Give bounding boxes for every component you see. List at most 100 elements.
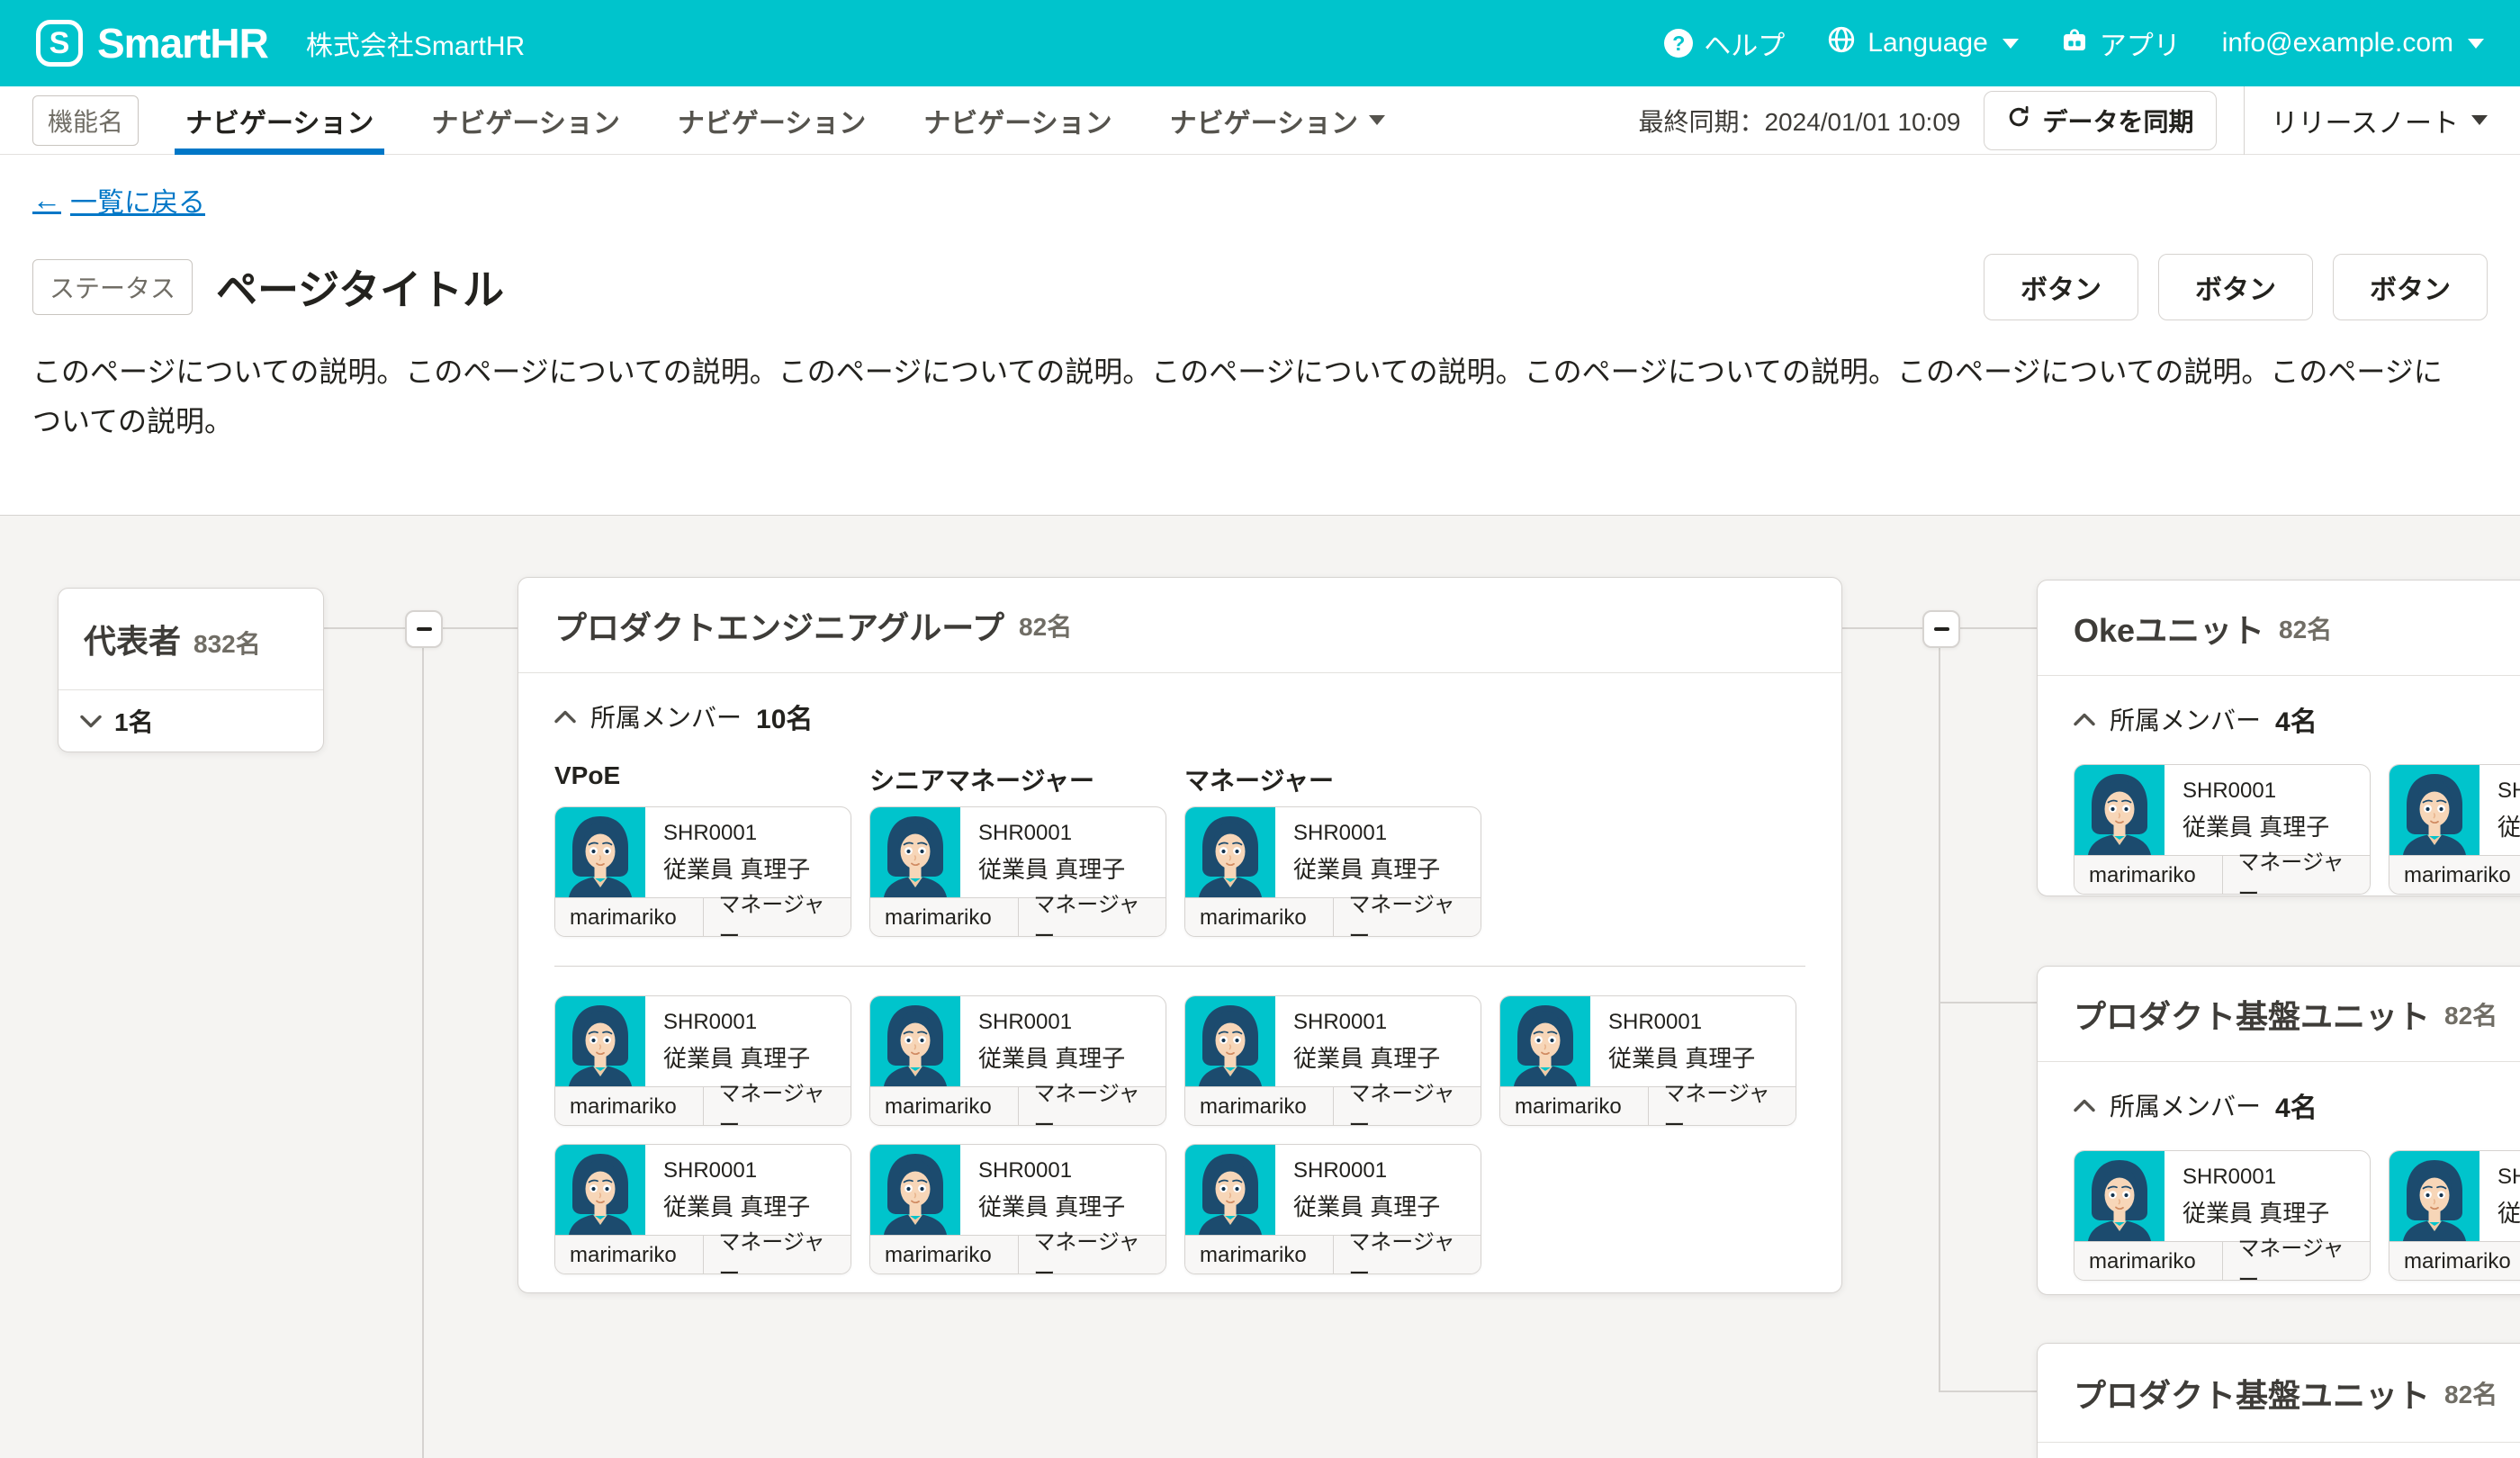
employee-username: marimariko: [2074, 856, 2223, 895]
employee-card[interactable]: SHR0001 従業員 真理子 marimariko マネージャー: [2074, 764, 2371, 895]
chevron-up-icon: [554, 710, 576, 724]
nav-tab-3[interactable]: ナビゲーション: [667, 86, 877, 155]
connector-line: [1939, 1002, 2037, 1004]
role-heading: シニアマネージャー: [869, 761, 1166, 792]
employee-avatar: [870, 807, 960, 897]
employee-role: マネージャー: [1649, 1087, 1796, 1126]
account-menu[interactable]: info@example.com: [2222, 28, 2484, 58]
employee-card[interactable]: SHR0001 従業員 真理子 marimariko マネージャー: [2389, 764, 2520, 895]
apps-menu[interactable]: アプリ: [2060, 23, 2181, 63]
language-label: Language: [1868, 28, 1987, 58]
employee-name: 従業員 真理子: [1608, 1040, 1755, 1074]
employee-card[interactable]: SHR0001 従業員 真理子 marimariko マネージャー: [1184, 806, 1481, 937]
nav-tab-4[interactable]: ナビゲーション: [913, 86, 1122, 155]
employee-role: マネージャー: [1334, 1087, 1480, 1126]
employee-avatar: [2074, 1151, 2164, 1241]
collapse-button[interactable]: [405, 610, 443, 648]
nav-tab-5[interactable]: ナビゲーション: [1159, 86, 1396, 155]
members-toggle[interactable]: 所属メンバー 4名: [2074, 699, 2520, 739]
avatar-illustration: [2390, 1151, 2480, 1241]
employee-username: marimariko: [2074, 1242, 2223, 1281]
connector-line: [324, 627, 405, 629]
employee-id: SHR0001: [2182, 778, 2329, 804]
employee-card[interactable]: SHR0001 従業員 真理子 marimariko マネージャー: [554, 1144, 851, 1274]
employee-id: SHR0001: [1608, 1010, 1755, 1035]
employee-username: marimariko: [1185, 1236, 1334, 1274]
employee-card[interactable]: SHR0001 従業員 真理子 marimariko マネージャー: [2074, 1150, 2371, 1281]
org-group-side-2[interactable]: プロダクト基盤ユニット 82名 所属メンバー 4名 SHR0001 従業員 真理…: [2037, 966, 2520, 1295]
employee-name: 従業員 真理子: [1293, 1040, 1440, 1074]
employee-card[interactable]: SHR0001 従業員 真理子 marimariko マネージャー: [554, 995, 851, 1126]
employee-role: マネージャー: [704, 898, 850, 937]
brand-name: SmartHR: [97, 19, 268, 68]
root-expander-toggle[interactable]: 1名: [58, 689, 323, 752]
org-group-side-3[interactable]: プロダクト基盤ユニット 82名: [2037, 1343, 2520, 1458]
employee-card[interactable]: SHR0001 従業員 真理子 marimariko マネージャー: [2389, 1150, 2520, 1281]
employee-avatar: [1500, 996, 1590, 1086]
page-description: このページについての説明。このページについての説明。このページについての説明。こ…: [32, 347, 2462, 446]
back-to-list-link[interactable]: ← 一覧に戻る: [32, 180, 205, 220]
page-title: ページタイトル: [216, 257, 504, 317]
employee-card[interactable]: SHR0001 従業員 真理子 marimariko マネージャー: [1184, 995, 1481, 1126]
members-toggle[interactable]: 所属メンバー 4名: [2074, 1085, 2520, 1125]
members-toggle[interactable]: 所属メンバー 10名: [554, 697, 1805, 736]
group-count: 82名: [2279, 610, 2332, 646]
employee-card[interactable]: SHR0001 従業員 真理子 marimariko マネージャー: [554, 806, 851, 937]
group-name: Okeユニット: [2074, 605, 2264, 652]
refresh-icon: [2006, 104, 2031, 136]
employee-card[interactable]: SHR0001 従業員 真理子 marimariko マネージャー: [869, 1144, 1166, 1274]
group-name: プロダクト基盤ユニット: [2074, 991, 2430, 1038]
connector-line: [422, 648, 424, 1458]
avatar-illustration: [1185, 1145, 1275, 1235]
employee-username: marimariko: [555, 898, 704, 937]
employee-role: マネージャー: [2223, 856, 2370, 895]
members-label: 所属メンバー: [590, 698, 742, 734]
smarthr-logo[interactable]: S SmartHR: [36, 19, 268, 68]
org-chart-canvas[interactable]: 代表者 832名 1名 プロダクトエンジニアグループ 82名 所属メンバー 10…: [0, 515, 2520, 1458]
help-menu[interactable]: ? ヘルプ: [1664, 23, 1785, 63]
members-count: 4名: [2275, 699, 2318, 739]
connector-line: [1939, 648, 1940, 1392]
globe-icon: [1826, 24, 1857, 62]
global-nav: 機能名 ナビゲーション ナビゲーション ナビゲーション ナビゲーション ナビゲー…: [0, 86, 2520, 155]
employee-id: SHR0001: [663, 1010, 810, 1035]
avatar-illustration: [555, 807, 645, 897]
org-group-main[interactable]: プロダクトエンジニアグループ 82名 所属メンバー 10名 VPoE SHR00…: [518, 577, 1842, 1293]
employee-card[interactable]: SHR0001 従業員 真理子 marimariko マネージャー: [1184, 1144, 1481, 1274]
sync-data-button[interactable]: データを同期: [1984, 91, 2216, 150]
employee-name: 従業員 真理子: [2498, 1195, 2520, 1228]
company-name: 株式会社SmartHR: [306, 23, 525, 63]
org-group-side-1[interactable]: Okeユニット 82名 所属メンバー 4名 SHR0001 従業員 真理子 ma: [2037, 580, 2520, 896]
release-notes-menu[interactable]: リリースノート: [2272, 101, 2488, 140]
avatar-illustration: [2390, 765, 2480, 855]
employee-id: SHR0001: [978, 1010, 1125, 1035]
help-label: ヘルプ: [1704, 23, 1785, 63]
language-menu[interactable]: Language: [1826, 24, 2018, 62]
employee-id: SHR0001: [1293, 1010, 1440, 1035]
org-node-root[interactable]: 代表者 832名 1名: [58, 588, 324, 752]
group-count: 832名: [194, 625, 261, 661]
nav-tab-1[interactable]: ナビゲーション: [175, 86, 384, 155]
employee-card[interactable]: SHR0001 従業員 真理子 marimariko マネージャー: [1499, 995, 1796, 1126]
nav-tab-2[interactable]: ナビゲーション: [420, 86, 630, 155]
employee-card[interactable]: SHR0001 従業員 真理子 marimariko マネージャー: [869, 806, 1166, 937]
employee-avatar: [555, 996, 645, 1086]
employee-role: マネージャー: [1019, 1087, 1166, 1126]
minus-icon: [1934, 627, 1949, 631]
chevron-down-icon: [1369, 115, 1385, 125]
employee-name: 従業員 真理子: [2498, 809, 2520, 842]
employee-id: SHR0001: [2498, 1165, 2520, 1190]
employee-card[interactable]: SHR0001 従業員 真理子 marimariko マネージャー: [869, 995, 1166, 1126]
action-button-1[interactable]: ボタン: [1984, 254, 2138, 320]
collapse-button[interactable]: [1922, 610, 1960, 648]
members-count: 10名: [756, 697, 813, 736]
employee-avatar: [555, 807, 645, 897]
action-button-2[interactable]: ボタン: [2158, 254, 2313, 320]
avatar-illustration: [1185, 996, 1275, 1086]
employee-role: マネージャー: [1334, 1236, 1480, 1274]
action-button-3[interactable]: ボタン: [2333, 254, 2488, 320]
page-head: ← 一覧に戻る ステータス ページタイトル ボタン ボタン ボタン このページに…: [0, 155, 2520, 515]
employee-name: 従業員 真理子: [2182, 809, 2329, 842]
connector-line: [1939, 1390, 2037, 1392]
employee-id: SHR0001: [978, 821, 1125, 846]
